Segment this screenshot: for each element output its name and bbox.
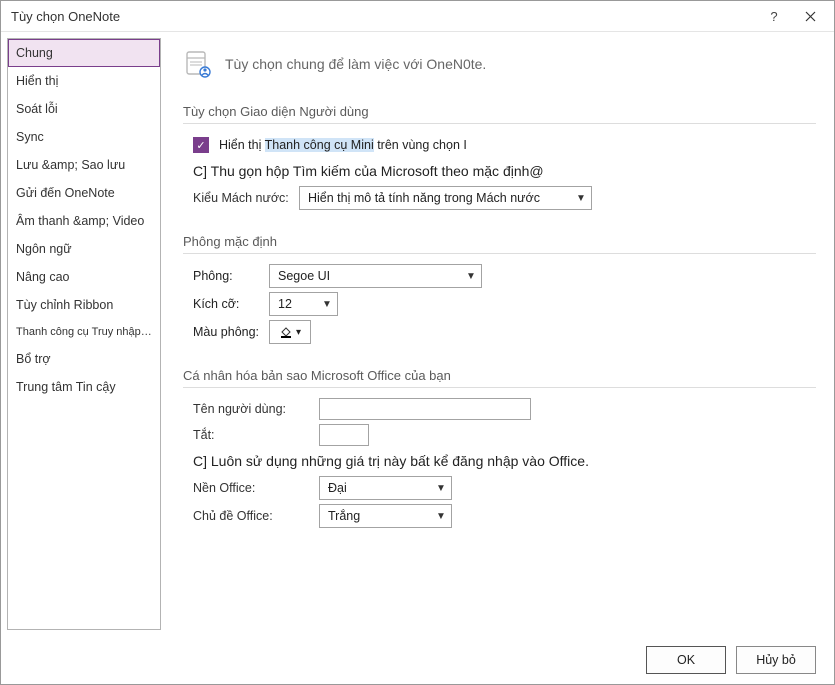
- mini-toolbar-label: Hiển thị Thanh công cụ Mini trên vùng ch…: [219, 138, 467, 152]
- section-title-personalize: Cá nhân hóa bản sao Microsoft Office của…: [183, 368, 816, 383]
- close-button[interactable]: [792, 2, 828, 30]
- sidebar-item-proofing[interactable]: Soát lỗi: [8, 95, 160, 123]
- screentip-style-combo[interactable]: Hiển thị mô tả tính năng trong Mách nước…: [299, 186, 592, 210]
- sidebar-item-customize-ribbon[interactable]: Tùy chỉnh Ribbon: [8, 291, 160, 319]
- options-dialog: Tùy chọn OneNote ? Chung Hiển thị Soát l…: [0, 0, 835, 685]
- sidebar-item-language[interactable]: Ngôn ngữ: [8, 235, 160, 263]
- sidebar-item-general[interactable]: Chung: [8, 39, 160, 67]
- ok-button[interactable]: OK: [646, 646, 726, 674]
- content-pane: Tùy chọn chung để làm việc với OneN0te. …: [165, 32, 834, 636]
- dialog-buttons: OK Hủy bỏ: [1, 636, 834, 684]
- size-label: Kích cỡ:: [193, 297, 263, 311]
- window-title: Tùy chọn OneNote: [11, 9, 756, 24]
- general-section-icon: [183, 48, 215, 80]
- font-label: Phông:: [193, 269, 263, 283]
- font-combo[interactable]: Segoe UI ▼: [269, 264, 482, 288]
- office-background-combo[interactable]: Đại ▼: [319, 476, 452, 500]
- font-color-picker[interactable]: ▾: [269, 320, 311, 344]
- titlebar: Tùy chọn OneNote ?: [1, 1, 834, 32]
- category-sidebar: Chung Hiển thị Soát lỗi Sync Lưu &amp; S…: [7, 38, 161, 630]
- chevron-down-icon: ▼: [320, 299, 334, 310]
- collapse-search-label: C] Thu gọn hộp Tìm kiếm của Microsoft th…: [193, 163, 544, 179]
- sidebar-item-quick-access-toolbar[interactable]: Thanh công cụ Truy nhập Nhanh: [8, 319, 160, 345]
- sidebar-item-display[interactable]: Hiển thị: [8, 67, 160, 95]
- initials-label: Tắt:: [193, 428, 313, 442]
- sidebar-item-addins[interactable]: Bổ trợ: [8, 345, 160, 373]
- sidebar-item-send-to-onenote[interactable]: Gửi đến OneNote: [8, 179, 160, 207]
- sidebar-item-save-backup[interactable]: Lưu &amp; Sao lưu: [8, 151, 160, 179]
- username-label: Tên người dùng:: [193, 402, 313, 416]
- sidebar-item-trust-center[interactable]: Trung tâm Tin cậy: [8, 373, 160, 401]
- sidebar-item-audio-video[interactable]: Âm thanh &amp; Video: [8, 207, 160, 235]
- chevron-down-icon: ▼: [434, 511, 448, 522]
- header-lead-text: Tùy chọn chung để làm việc với OneN0te.: [225, 56, 486, 72]
- office-background-label: Nền Office:: [193, 481, 313, 495]
- font-color-label: Màu phông:: [193, 325, 263, 339]
- section-title-ui: Tùy chọn Giao diện Người dùng: [183, 104, 816, 119]
- chevron-down-icon: ▼: [574, 193, 588, 204]
- cancel-button[interactable]: Hủy bỏ: [736, 646, 816, 674]
- chevron-down-icon: ▾: [296, 327, 301, 338]
- paint-bucket-icon: [279, 325, 293, 339]
- section-title-font: Phông mặc định: [183, 234, 816, 249]
- initials-input[interactable]: [319, 424, 369, 446]
- checkbox-mini-toolbar[interactable]: ✓: [193, 137, 209, 153]
- sidebar-item-sync[interactable]: Sync: [8, 123, 160, 151]
- sidebar-item-advanced[interactable]: Nâng cao: [8, 263, 160, 291]
- help-icon: ?: [770, 9, 777, 24]
- office-theme-combo[interactable]: Trắng ▼: [319, 504, 452, 528]
- close-icon: [805, 11, 816, 22]
- username-input[interactable]: [319, 398, 531, 420]
- help-button[interactable]: ?: [756, 2, 792, 30]
- chevron-down-icon: ▼: [434, 483, 448, 494]
- office-theme-label: Chủ đề Office:: [193, 509, 313, 523]
- chevron-down-icon: ▼: [464, 271, 478, 282]
- size-combo[interactable]: 12 ▼: [269, 292, 338, 316]
- always-use-label: C] Luôn sử dụng những giá trị này bất kể…: [193, 453, 589, 469]
- screentip-style-label: Kiểu Mách nước:: [193, 191, 293, 205]
